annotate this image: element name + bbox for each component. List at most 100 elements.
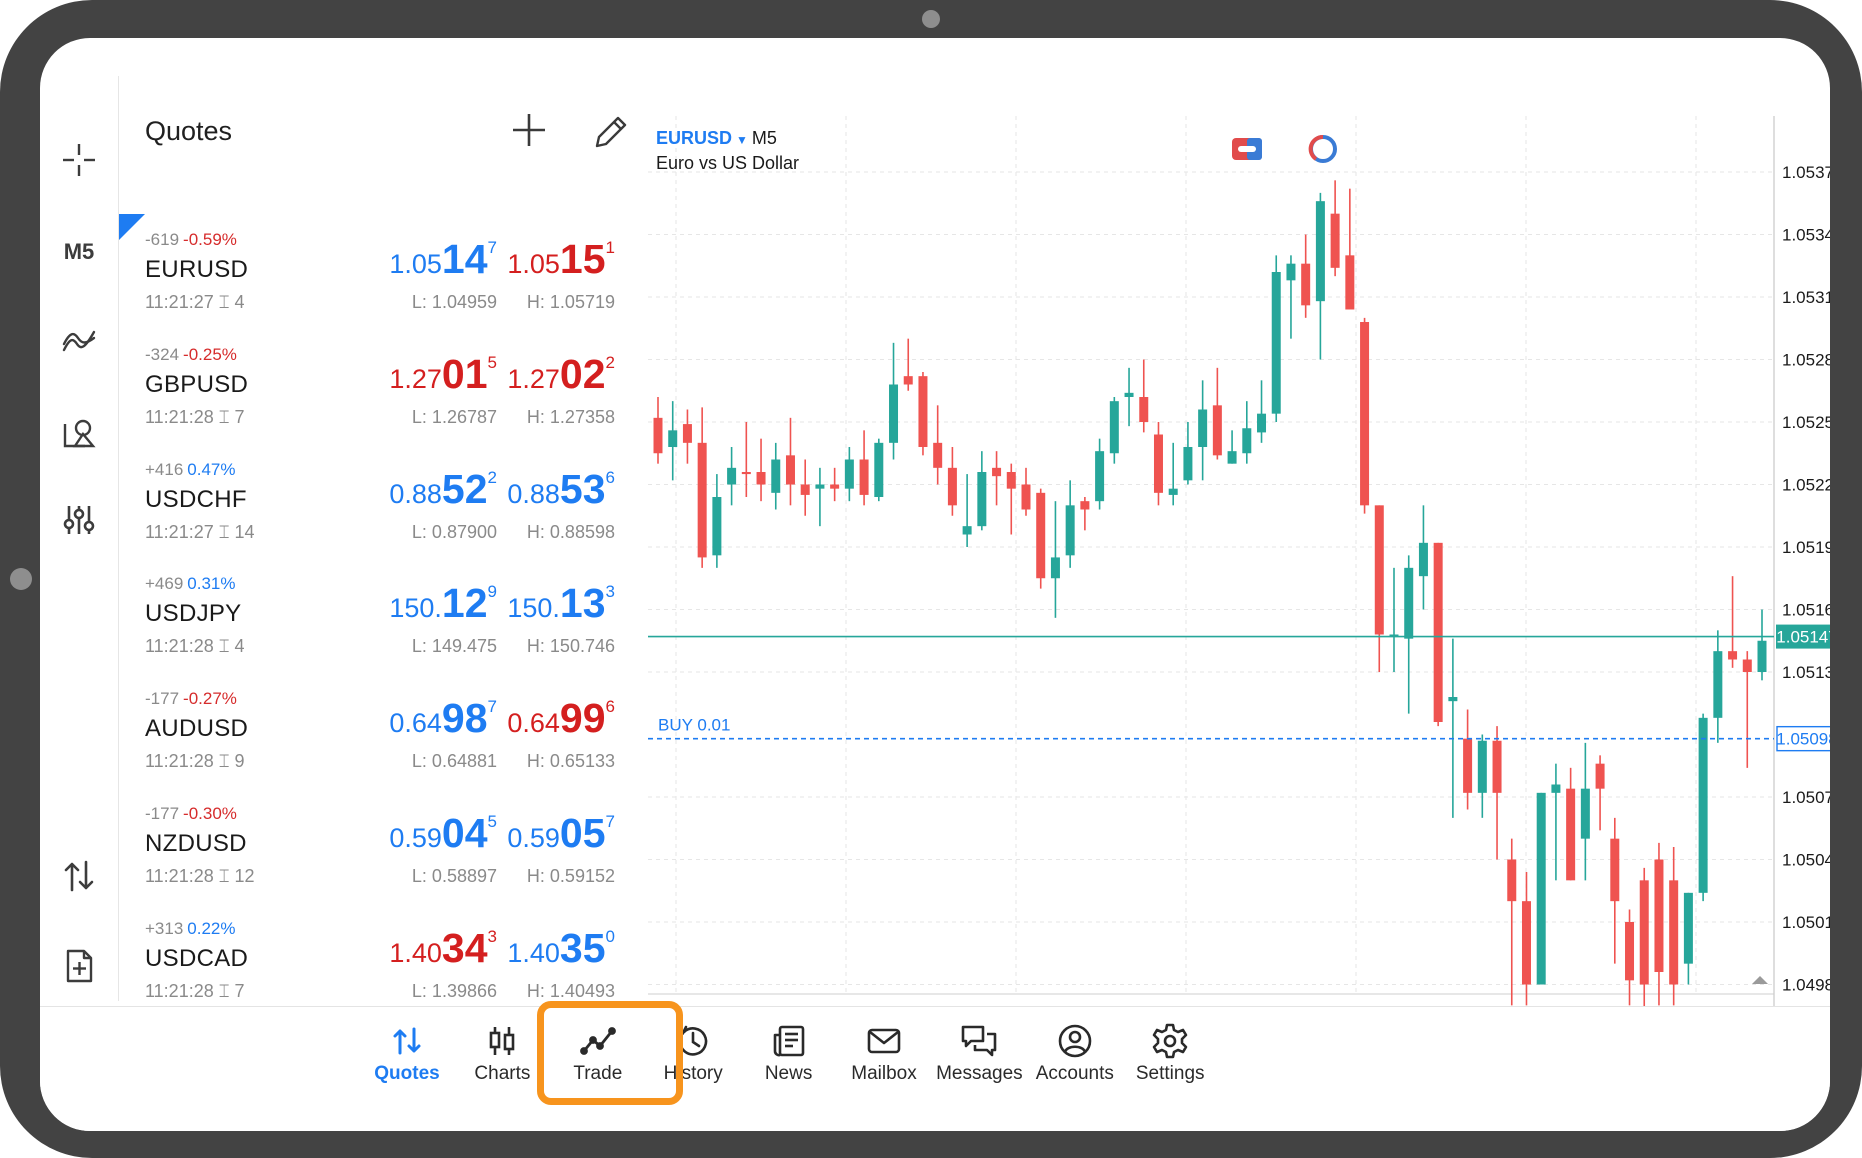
buy-order-label: BUY 0.01 [658, 716, 730, 735]
candle-body [1301, 263, 1311, 306]
chart-description: Euro vs US Dollar [656, 153, 800, 173]
symbol-name[interactable]: AUDUSD [145, 715, 248, 743]
chart-header: EURUSD ▼ M5 Euro vs US Dollar [656, 128, 799, 174]
ask-price[interactable]: 1.05151 [507, 236, 615, 283]
add-symbol-button[interactable] [503, 104, 555, 156]
bid-price-fraction: 7 [487, 697, 497, 717]
ask-price-fraction: 6 [605, 697, 615, 717]
bid-price-pips: 14 [441, 236, 488, 282]
chart-settings-icon[interactable] [53, 498, 105, 542]
change-percent: -0.59% [183, 230, 237, 249]
bid-price-prefix: 1.27 [389, 363, 442, 394]
candle-body [1271, 272, 1281, 414]
bid-price[interactable]: 0.64987 [389, 695, 497, 742]
indicators-icon[interactable] [53, 320, 105, 364]
symbol-name[interactable]: USDCAD [145, 945, 248, 973]
price-axis-label: 1.05010 [1782, 913, 1830, 932]
change-percent: 0.47% [187, 459, 236, 479]
candle-body [1404, 567, 1414, 639]
candle-body [1330, 213, 1340, 268]
objects-icon[interactable] [53, 410, 105, 454]
chevron-down-icon[interactable]: ▼ [736, 133, 748, 147]
ask-price-pips: 02 [559, 350, 606, 397]
quote-row[interactable]: +469 0.31% USDJPY 11:21:28 ⌶ 4 150.129 150.13… [119, 568, 649, 682]
candle-body [1477, 740, 1487, 793]
candle-body [1286, 263, 1296, 281]
bid-price[interactable]: 1.05147 [389, 236, 497, 283]
symbol-name[interactable]: USDJPY [145, 600, 242, 628]
day-high: H: 0.88598 [526, 521, 615, 542]
quote-row[interactable]: -177 -0.27% AUDUSD 11:21:28 ⌶ 9 0.64987 0.649… [119, 683, 649, 797]
ask-price-fraction: 2 [605, 352, 615, 372]
candle-body [1124, 392, 1134, 397]
candle-body [1080, 501, 1090, 510]
candle-body [712, 497, 722, 556]
price-axis-label: 1.05130 [1782, 663, 1830, 682]
side-button [10, 568, 32, 590]
bid-price[interactable]: 150.129 [389, 580, 497, 627]
quote-time-spread: 11:21:28 ⌶ 9 [145, 751, 245, 772]
ask-price[interactable]: 1.40350 [507, 925, 615, 972]
candle-body [947, 467, 957, 506]
bid-price[interactable]: 1.40343 [389, 925, 497, 972]
candle-body [1463, 738, 1473, 793]
quote-time-spread: 11:21:28 ⌶ 12 [145, 866, 255, 886]
day-high: H: 1.27358 [526, 406, 615, 427]
ask-price[interactable]: 0.59057 [507, 810, 615, 857]
quote-row[interactable]: -619 -0.59% EURUSD 11:21:27 ⌶ 4 1.05147 1.051… [119, 224, 649, 338]
price-chart[interactable]: 1.05147 BUY 0.01 1.05098 1.05370 1.05340 1.05… [630, 76, 1830, 1034]
quote-row[interactable]: -177 -0.30% NZDUSD 11:21:28 ⌶ 12 0.59045 0.59… [119, 798, 649, 912]
ask-price[interactable]: 0.64996 [507, 695, 615, 742]
candle-body [962, 526, 972, 535]
bid-price[interactable]: 0.88522 [389, 466, 497, 513]
symbol-name[interactable]: EURUSD [145, 256, 248, 284]
day-low: L: 149.475 [411, 636, 497, 657]
symbol-name[interactable]: USDCHF [145, 486, 247, 514]
change-percent: 0.22% [187, 918, 236, 938]
symbol-name[interactable]: NZDUSD [145, 830, 247, 858]
candle-body [1168, 488, 1178, 495]
bid-price-prefix: 1.05 [389, 249, 442, 279]
change-percent: -0.27% [183, 689, 237, 709]
candle-body [1418, 542, 1428, 577]
price-axis-label: 1.05160 [1782, 601, 1830, 620]
chart-canvas[interactable]: 1.05147 BUY 0.01 1.05098 1.05370 1.05340 1.05… [630, 76, 1830, 1034]
chart-symbol[interactable]: EURUSD [656, 128, 732, 148]
bid-price-label: 1.05147 [1776, 628, 1830, 647]
price-axis-label: 1.05040 [1782, 851, 1830, 870]
crosshair-icon[interactable] [53, 138, 105, 182]
ask-price[interactable]: 150.133 [507, 580, 615, 627]
timeframe-button[interactable]: M5 [53, 230, 105, 274]
edit-pencil-icon[interactable] [585, 106, 637, 158]
bid-price-prefix: 0.64 [389, 708, 442, 739]
nav-label: Settings [1135, 1063, 1205, 1084]
ask-price-fraction: 3 [605, 582, 615, 602]
candle-body [1757, 640, 1767, 672]
camera-dot [922, 10, 940, 28]
ask-price[interactable]: 1.27022 [507, 351, 615, 398]
bid-price[interactable]: 1.27015 [389, 351, 497, 398]
bid-price-prefix: 0.88 [389, 478, 442, 509]
candle-body [1669, 880, 1679, 985]
ask-price[interactable]: 0.88536 [507, 466, 615, 513]
ask-price-pips: 99 [559, 695, 606, 742]
candle-body [1521, 901, 1531, 985]
daily-change: +416 0.47% [145, 460, 236, 480]
candle-body [933, 442, 943, 468]
messages-icon [962, 1025, 997, 1057]
candle-body [1374, 505, 1384, 635]
candle-body [1109, 401, 1119, 454]
candle-body [992, 467, 1002, 477]
new-order-icon[interactable] [53, 944, 105, 988]
bid-price[interactable]: 0.59045 [389, 810, 497, 857]
chart-timeframe: M5 [751, 128, 777, 148]
nav-label: Charts [474, 1063, 531, 1084]
trade-arrows-icon[interactable] [53, 854, 105, 898]
price-axis-label: 1.04980 [1782, 976, 1830, 995]
quote-row[interactable]: +416 0.47% USDCHF 11:21:27 ⌶ 14 0.88522 0.885… [119, 454, 649, 568]
candle-body [1625, 922, 1635, 981]
quote-time-spread: 11:21:28 ⌶ 7 [145, 406, 245, 427]
quote-row[interactable]: -324 -0.25% GBPUSD 11:21:28 ⌶ 7 1.27015 1.270… [119, 339, 649, 453]
symbol-name[interactable]: GBPUSD [145, 371, 248, 399]
nav-item-settings[interactable]: Settings [1113, 1013, 1227, 1103]
